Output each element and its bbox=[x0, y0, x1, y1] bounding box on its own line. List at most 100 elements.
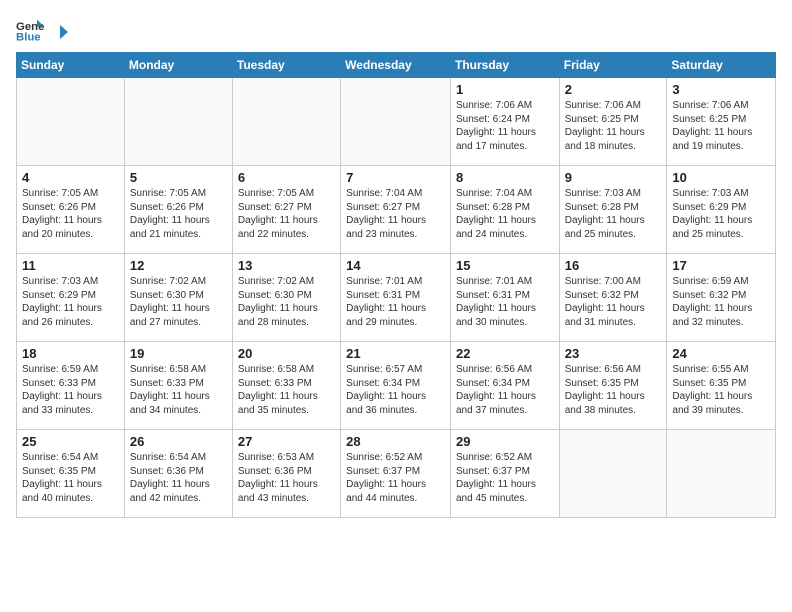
day-number: 17 bbox=[672, 258, 770, 273]
calendar-cell: 5 Sunrise: 7:05 AMSunset: 6:26 PMDaylight… bbox=[124, 166, 232, 254]
day-info: Sunrise: 7:03 AMSunset: 6:29 PMDaylight:… bbox=[672, 187, 770, 241]
logo-arrow-icon bbox=[50, 23, 68, 41]
day-info: Sunrise: 6:58 AMSunset: 6:33 PMDaylight:… bbox=[238, 363, 335, 417]
day-number: 16 bbox=[565, 258, 662, 273]
day-number: 24 bbox=[672, 346, 770, 361]
logo: General Blue bbox=[16, 16, 68, 44]
header-monday: Monday bbox=[124, 53, 232, 78]
calendar-cell: 22 Sunrise: 6:56 AMSunset: 6:34 PMDayligh… bbox=[450, 342, 559, 430]
calendar-cell: 1 Sunrise: 7:06 AMSunset: 6:24 PMDaylight… bbox=[450, 78, 559, 166]
calendar-week-row: 25Sunrise: 6:54 AMSunset: 6:35 PMDayligh… bbox=[17, 430, 776, 518]
calendar-cell: 20 Sunrise: 6:58 AMSunset: 6:33 PMDayligh… bbox=[232, 342, 340, 430]
day-number: 11 bbox=[22, 258, 119, 273]
day-info: Sunrise: 7:06 AMSunset: 6:25 PMDaylight:… bbox=[672, 99, 770, 153]
day-number: 29 bbox=[456, 434, 554, 449]
day-info: Sunrise: 6:57 AMSunset: 6:34 PMDaylight:… bbox=[346, 363, 445, 417]
day-number: 25 bbox=[22, 434, 119, 449]
header-thursday: Thursday bbox=[450, 53, 559, 78]
day-info: Sunrise: 6:53 AMSunset: 6:36 PMDaylight:… bbox=[238, 451, 335, 505]
day-info: Sunrise: 6:54 AMSunset: 6:36 PMDaylight:… bbox=[130, 451, 227, 505]
day-info: Sunrise: 6:58 AMSunset: 6:33 PMDaylight:… bbox=[130, 363, 227, 417]
day-info: Sunrise: 6:52 AMSunset: 6:37 PMDaylight:… bbox=[456, 451, 554, 505]
calendar-cell: 11 Sunrise: 7:03 AMSunset: 6:29 PMDayligh… bbox=[17, 254, 125, 342]
calendar-cell: 19 Sunrise: 6:58 AMSunset: 6:33 PMDayligh… bbox=[124, 342, 232, 430]
calendar-cell: 9 Sunrise: 7:03 AMSunset: 6:28 PMDaylight… bbox=[559, 166, 667, 254]
day-number: 8 bbox=[456, 170, 554, 185]
calendar-cell: 3Sunrise: 7:06 AMSunset: 6:25 PMDaylight… bbox=[667, 78, 776, 166]
day-info: Sunrise: 7:00 AMSunset: 6:32 PMDaylight:… bbox=[565, 275, 662, 329]
day-number: 9 bbox=[565, 170, 662, 185]
calendar-cell bbox=[559, 430, 667, 518]
day-number: 1 bbox=[456, 82, 554, 97]
header-saturday: Saturday bbox=[667, 53, 776, 78]
day-info: Sunrise: 7:01 AMSunset: 6:31 PMDaylight:… bbox=[346, 275, 445, 329]
day-info: Sunrise: 7:06 AMSunset: 6:25 PMDaylight:… bbox=[565, 99, 662, 153]
day-number: 4 bbox=[22, 170, 119, 185]
day-info: Sunrise: 7:03 AMSunset: 6:28 PMDaylight:… bbox=[565, 187, 662, 241]
calendar-week-row: 18 Sunrise: 6:59 AMSunset: 6:33 PMDayligh… bbox=[17, 342, 776, 430]
day-info: Sunrise: 7:02 AMSunset: 6:30 PMDaylight:… bbox=[130, 275, 227, 329]
calendar-cell: 18 Sunrise: 6:59 AMSunset: 6:33 PMDayligh… bbox=[17, 342, 125, 430]
day-info: Sunrise: 6:59 AMSunset: 6:33 PMDaylight:… bbox=[22, 363, 119, 417]
calendar-cell: 10 Sunrise: 7:03 AMSunset: 6:29 PMDayligh… bbox=[667, 166, 776, 254]
logo-icon: General Blue bbox=[16, 16, 44, 44]
day-info: Sunrise: 7:01 AMSunset: 6:31 PMDaylight:… bbox=[456, 275, 554, 329]
calendar-header-row: Sunday Monday Tuesday Wednesday Thursday… bbox=[17, 53, 776, 78]
day-info: Sunrise: 7:02 AMSunset: 6:30 PMDaylight:… bbox=[238, 275, 335, 329]
day-number: 27 bbox=[238, 434, 335, 449]
day-number: 26 bbox=[130, 434, 227, 449]
header-wednesday: Wednesday bbox=[341, 53, 451, 78]
calendar-cell bbox=[667, 430, 776, 518]
day-info: Sunrise: 7:03 AMSunset: 6:29 PMDaylight:… bbox=[22, 275, 119, 329]
day-number: 23 bbox=[565, 346, 662, 361]
day-number: 7 bbox=[346, 170, 445, 185]
calendar-cell: 13 Sunrise: 7:02 AMSunset: 6:30 PMDayligh… bbox=[232, 254, 340, 342]
calendar-cell bbox=[341, 78, 451, 166]
calendar-cell bbox=[124, 78, 232, 166]
calendar-cell: 17 Sunrise: 6:59 AMSunset: 6:32 PMDayligh… bbox=[667, 254, 776, 342]
day-number: 15 bbox=[456, 258, 554, 273]
calendar-table: Sunday Monday Tuesday Wednesday Thursday… bbox=[16, 52, 776, 518]
day-number: 12 bbox=[130, 258, 227, 273]
calendar-cell: 21Sunrise: 6:57 AMSunset: 6:34 PMDayligh… bbox=[341, 342, 451, 430]
header-friday: Friday bbox=[559, 53, 667, 78]
day-info: Sunrise: 6:56 AMSunset: 6:34 PMDaylight:… bbox=[456, 363, 554, 417]
calendar-cell: 2 Sunrise: 7:06 AMSunset: 6:25 PMDaylight… bbox=[559, 78, 667, 166]
calendar-cell: 8 Sunrise: 7:04 AMSunset: 6:28 PMDaylight… bbox=[450, 166, 559, 254]
header-sunday: Sunday bbox=[17, 53, 125, 78]
day-number: 22 bbox=[456, 346, 554, 361]
calendar-cell: 28 Sunrise: 6:52 AMSunset: 6:37 PMDayligh… bbox=[341, 430, 451, 518]
day-number: 5 bbox=[130, 170, 227, 185]
calendar-cell: 25Sunrise: 6:54 AMSunset: 6:35 PMDayligh… bbox=[17, 430, 125, 518]
calendar-cell: 29 Sunrise: 6:52 AMSunset: 6:37 PMDayligh… bbox=[450, 430, 559, 518]
day-number: 14 bbox=[346, 258, 445, 273]
day-info: Sunrise: 6:59 AMSunset: 6:32 PMDaylight:… bbox=[672, 275, 770, 329]
day-info: Sunrise: 6:52 AMSunset: 6:37 PMDaylight:… bbox=[346, 451, 445, 505]
calendar-cell: 16 Sunrise: 7:00 AMSunset: 6:32 PMDayligh… bbox=[559, 254, 667, 342]
calendar-cell: 15 Sunrise: 7:01 AMSunset: 6:31 PMDayligh… bbox=[450, 254, 559, 342]
day-number: 10 bbox=[672, 170, 770, 185]
calendar-cell: 14 Sunrise: 7:01 AMSunset: 6:31 PMDayligh… bbox=[341, 254, 451, 342]
day-info: Sunrise: 7:05 AMSunset: 6:26 PMDaylight:… bbox=[22, 187, 119, 241]
calendar-cell: 4 Sunrise: 7:05 AMSunset: 6:26 PMDaylight… bbox=[17, 166, 125, 254]
day-number: 6 bbox=[238, 170, 335, 185]
day-info: Sunrise: 6:55 AMSunset: 6:35 PMDaylight:… bbox=[672, 363, 770, 417]
calendar-cell bbox=[17, 78, 125, 166]
day-number: 2 bbox=[565, 82, 662, 97]
calendar-cell bbox=[232, 78, 340, 166]
svg-text:Blue: Blue bbox=[16, 32, 41, 44]
day-info: Sunrise: 7:05 AMSunset: 6:27 PMDaylight:… bbox=[238, 187, 335, 241]
calendar-week-row: 11 Sunrise: 7:03 AMSunset: 6:29 PMDayligh… bbox=[17, 254, 776, 342]
day-number: 18 bbox=[22, 346, 119, 361]
calendar-cell: 27 Sunrise: 6:53 AMSunset: 6:36 PMDayligh… bbox=[232, 430, 340, 518]
day-number: 20 bbox=[238, 346, 335, 361]
calendar-cell: 6 Sunrise: 7:05 AMSunset: 6:27 PMDaylight… bbox=[232, 166, 340, 254]
day-number: 28 bbox=[346, 434, 445, 449]
day-info: Sunrise: 7:06 AMSunset: 6:24 PMDaylight:… bbox=[456, 99, 554, 153]
day-info: Sunrise: 7:04 AMSunset: 6:28 PMDaylight:… bbox=[456, 187, 554, 241]
day-number: 19 bbox=[130, 346, 227, 361]
header-tuesday: Tuesday bbox=[232, 53, 340, 78]
calendar-week-row: 4 Sunrise: 7:05 AMSunset: 6:26 PMDaylight… bbox=[17, 166, 776, 254]
day-info: Sunrise: 7:05 AMSunset: 6:26 PMDaylight:… bbox=[130, 187, 227, 241]
day-number: 13 bbox=[238, 258, 335, 273]
